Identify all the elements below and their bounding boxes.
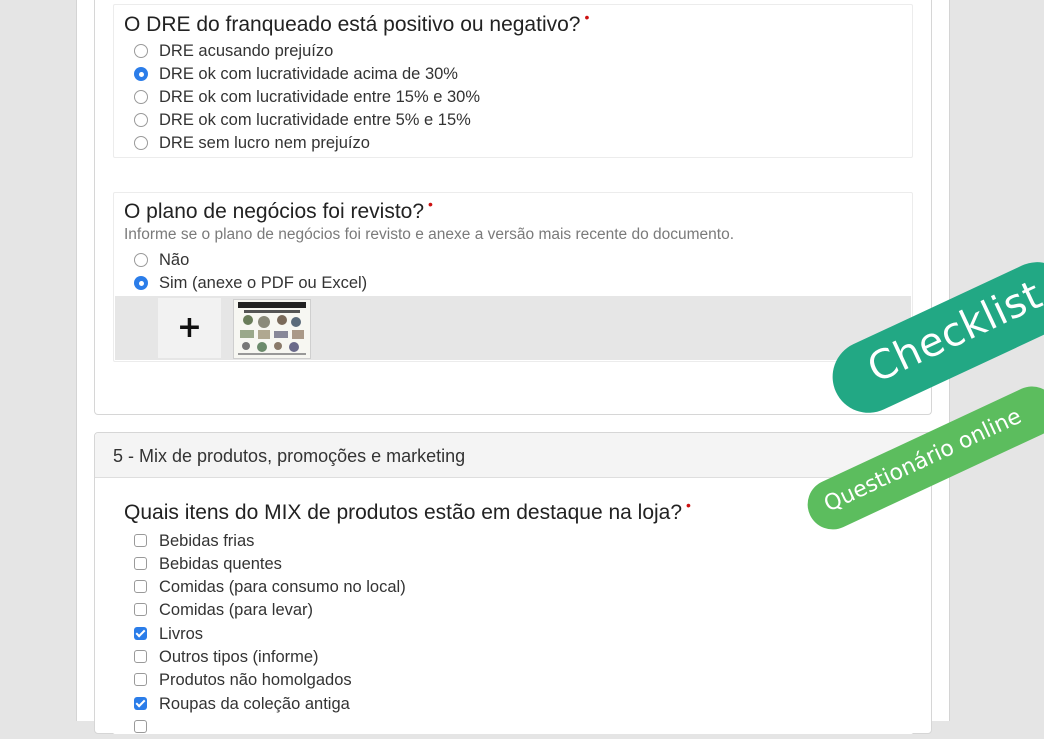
attachment-area: + (115, 296, 911, 360)
question-plano-negocios: O plano de negócios foi revisto? • Inform… (113, 192, 913, 362)
question-title: Quais itens do MIX de produtos estão em … (124, 497, 691, 525)
checkbox[interactable] (134, 557, 147, 570)
radio-button[interactable] (134, 113, 148, 127)
required-indicator: • (584, 9, 590, 25)
plus-icon: + (176, 310, 203, 345)
question-title-text: Quais itens do MIX de produtos estão em … (124, 501, 683, 524)
required-indicator: • (428, 196, 433, 212)
radio-button[interactable] (134, 90, 148, 104)
checkbox[interactable] (134, 720, 147, 733)
question-mix-produtos: Quais itens do MIX de produtos estão em … (113, 492, 913, 734)
radio-button-selected[interactable] (134, 276, 148, 290)
checkbox[interactable] (134, 580, 147, 593)
add-attachment-button[interactable]: + (158, 298, 221, 358)
section-header: 5 - Mix de produtos, promoções e marketi… (95, 433, 931, 478)
section-title: 5 - Mix de produtos, promoções e marketi… (113, 446, 466, 466)
question-title: O DRE do franqueado está positivo ou neg… (124, 9, 589, 37)
radio-button[interactable] (134, 253, 148, 267)
question-title: O plano de negócios foi revisto? • (124, 196, 433, 224)
question-title-text: O DRE do franqueado está positivo ou neg… (124, 13, 581, 36)
checkbox[interactable] (134, 650, 147, 663)
option-label: Comidas (para levar) (159, 601, 314, 619)
question-title-text: O plano de negócios foi revisto? (124, 200, 425, 223)
attachment-thumbnail[interactable] (233, 299, 311, 359)
option-label: Comidas (para consumo no local) (159, 578, 406, 596)
option-label: Outros tipos (informe) (159, 648, 319, 666)
radio-button[interactable] (134, 44, 148, 58)
checkbox[interactable] (134, 673, 147, 686)
required-indicator: • (686, 497, 691, 513)
option-label: Não (159, 251, 190, 269)
option-label: Produtos não homolgados (159, 671, 352, 689)
checkbox-checked[interactable] (134, 627, 147, 640)
option-label: Bebidas quentes (159, 555, 282, 573)
checkbox[interactable] (134, 603, 147, 616)
option-label: Bebidas frias (159, 532, 255, 550)
document-preview-icon (234, 300, 310, 358)
checkbox-checked[interactable] (134, 697, 147, 710)
option-label: Roupas da coleção antiga (159, 695, 350, 713)
option-label: DRE acusando prejuízo (159, 42, 334, 60)
radio-button[interactable] (134, 136, 148, 150)
option-label: DRE ok com lucratividade entre 15% e 30% (159, 88, 480, 106)
radio-button-selected[interactable] (134, 67, 148, 81)
option-label: DRE ok com lucratividade acima de 30% (159, 65, 458, 83)
option-label: Livros (159, 625, 204, 643)
option-label: DRE ok com lucratividade entre 5% e 15% (159, 111, 471, 129)
question-help-text: Informe se o plano de negócios foi revis… (124, 226, 735, 243)
checkbox[interactable] (134, 534, 147, 547)
option-label: Sim (anexe o PDF ou Excel) (159, 274, 368, 292)
option-label: DRE sem lucro nem prejuízo (159, 134, 370, 152)
question-dre: O DRE do franqueado está positivo ou neg… (113, 4, 913, 158)
